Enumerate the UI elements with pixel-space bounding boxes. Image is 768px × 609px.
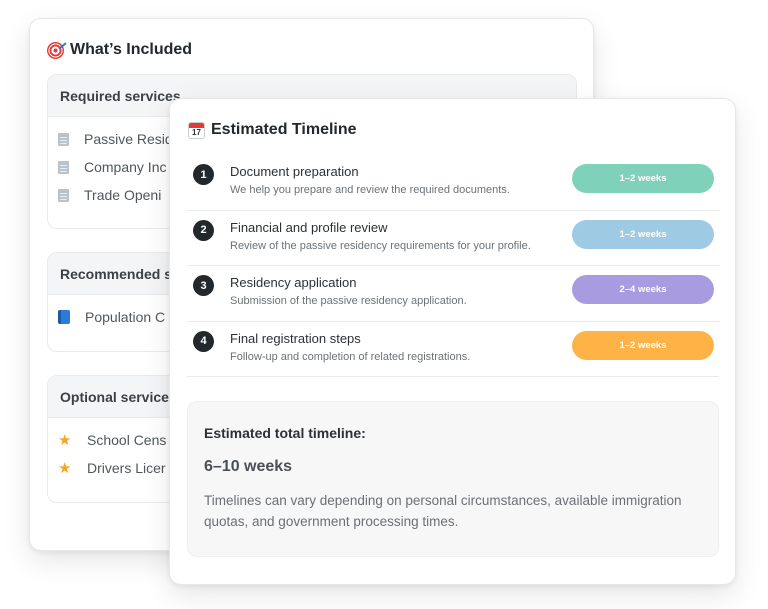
summary-value: 6–10 weeks xyxy=(204,458,293,475)
step-description: Follow-up and completion of related regi… xyxy=(230,350,471,363)
step-description: Submission of the passive residency appl… xyxy=(230,295,467,307)
summary-label: Estimated total timeline: xyxy=(204,425,366,441)
timeline-step: 2 Financial and profile review Review of… xyxy=(187,211,719,266)
timeline-step: 3 Residency application Submission of th… xyxy=(187,266,719,322)
document-icon xyxy=(58,188,69,202)
step-title: Final registration steps xyxy=(230,330,361,346)
step-duration-badge: 1–2 weeks xyxy=(572,330,714,360)
book-icon xyxy=(58,310,70,324)
service-item-label: Population C xyxy=(85,309,166,325)
step-title: Residency application xyxy=(230,275,357,290)
estimated-timeline-title: 17 Estimated Timeline xyxy=(188,121,357,139)
step-duration-badge: 2–4 weeks xyxy=(572,275,714,304)
estimated-timeline-title-text: Estimated Timeline xyxy=(211,121,357,138)
whats-included-title-text: What’s Included xyxy=(70,41,193,58)
timeline-steps: 1 Document preparation We help you prepa… xyxy=(187,155,719,377)
step-title: Financial and profile review xyxy=(230,219,388,235)
step-number: 4 xyxy=(193,330,214,352)
service-item-label: Drivers Licer xyxy=(87,460,166,476)
star-icon: ★ xyxy=(58,459,72,477)
service-item-label: Company Inc xyxy=(84,159,167,175)
timeline-step: 4 Final registration steps Follow-up and… xyxy=(187,322,719,377)
step-description: We help you prepare and review the requi… xyxy=(230,184,510,196)
document-icon xyxy=(58,160,69,174)
step-number: 1 xyxy=(193,164,214,185)
document-icon xyxy=(58,132,69,146)
estimated-timeline-card: 17 Estimated Timeline 1 Document prepara… xyxy=(169,98,736,585)
whats-included-title: What’s Included xyxy=(47,41,192,59)
timeline-step: 1 Document preparation We help you prepa… xyxy=(187,155,719,211)
service-item-label: Passive Resid xyxy=(84,131,173,147)
step-number: 3 xyxy=(193,275,214,296)
step-title: Document preparation xyxy=(230,164,359,179)
calendar-icon: 17 xyxy=(188,121,205,139)
star-icon: ★ xyxy=(58,431,72,449)
timeline-summary: Estimated total timeline: 6–10 weeks Tim… xyxy=(187,401,719,557)
step-description: Review of the passive residency requirem… xyxy=(230,239,531,252)
service-item-label: School Cens xyxy=(87,432,167,448)
summary-note: Timelines can vary depending on personal… xyxy=(204,493,682,529)
step-duration-badge: 1–2 weeks xyxy=(572,164,714,193)
service-item-label: Trade Openi xyxy=(84,187,162,203)
calendar-icon-day: 17 xyxy=(192,127,201,137)
target-icon xyxy=(47,41,64,59)
step-number: 2 xyxy=(193,219,214,241)
step-duration-badge: 1–2 weeks xyxy=(572,219,714,249)
